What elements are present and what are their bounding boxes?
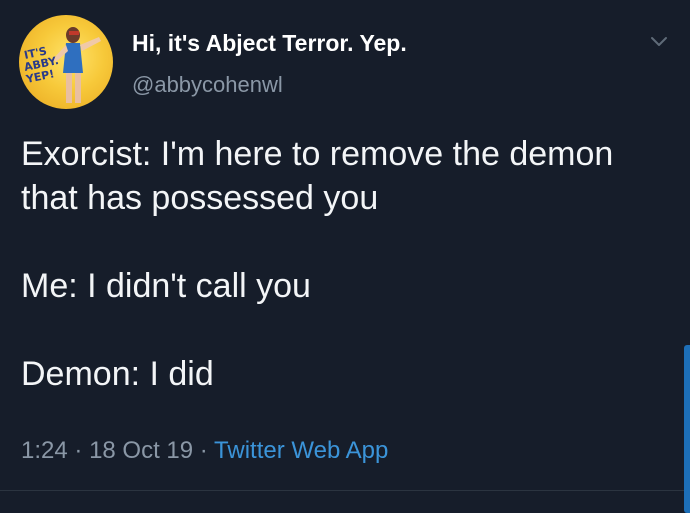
avatar[interactable]: IT'S ABBY. YEP!: [19, 15, 113, 109]
tweet-line: Demon: I did: [21, 355, 214, 393]
chevron-down-icon[interactable]: [648, 30, 670, 52]
tweet-line: Me: I didn't call you: [21, 267, 311, 305]
separator: ·: [74, 437, 83, 464]
tweet-line: Exorcist: I'm here to remove the demon t…: [21, 135, 614, 217]
handle[interactable]: @abbycohenwl: [132, 72, 283, 98]
scrollbar[interactable]: [684, 345, 690, 513]
tweet-meta: 1:24 · 18 Oct 19 · Twitter Web App: [21, 437, 388, 465]
tweet-text: Exorcist: I'm here to remove the demon t…: [21, 132, 661, 396]
divider: [0, 490, 690, 491]
avatar-illustration: IT'S ABBY. YEP!: [23, 27, 101, 103]
tweet-date[interactable]: 18 Oct 19: [89, 437, 193, 464]
tweet-card: IT'S ABBY. YEP! Hi, it's Abject Terror. …: [0, 0, 690, 513]
separator: ·: [199, 437, 208, 464]
tweet-source-link[interactable]: Twitter Web App: [214, 437, 388, 464]
display-name[interactable]: Hi, it's Abject Terror. Yep.: [132, 30, 407, 57]
tweet-time[interactable]: 1:24: [21, 437, 68, 464]
avatar-text: IT'S ABBY. YEP!: [23, 44, 60, 86]
